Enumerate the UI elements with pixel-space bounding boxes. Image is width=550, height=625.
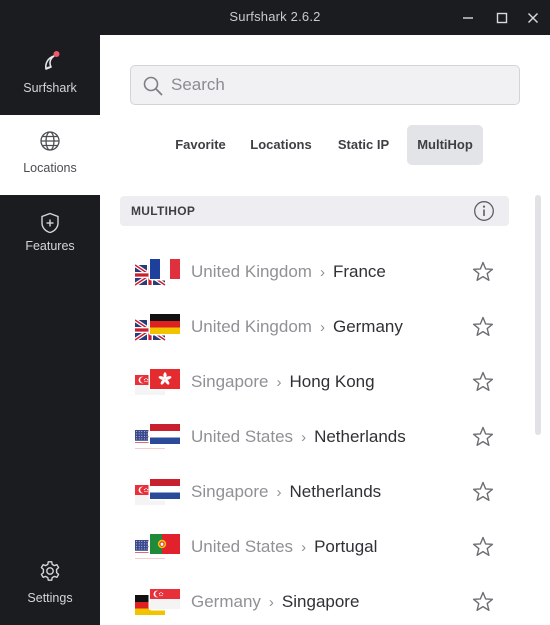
chevron-right-icon: › bbox=[268, 594, 274, 611]
from-country: United States bbox=[191, 537, 294, 556]
star-icon[interactable] bbox=[471, 480, 495, 504]
tab-bar: Favorite Locations Static IP MultiHop bbox=[100, 125, 550, 165]
sidebar-item-locations[interactable]: Locations bbox=[0, 115, 100, 195]
location-row[interactable]: Germany › Singapore bbox=[120, 575, 509, 625]
globe-icon bbox=[39, 129, 61, 153]
to-country: Netherlands bbox=[289, 482, 382, 501]
minimize-button[interactable] bbox=[451, 0, 485, 35]
info-icon[interactable] bbox=[473, 200, 495, 222]
sidebar-item-surfshark[interactable]: Surfshark bbox=[0, 35, 100, 115]
search-box[interactable] bbox=[130, 65, 520, 105]
sidebar-item-label: Features bbox=[25, 239, 75, 253]
shield-plus-icon bbox=[40, 211, 60, 235]
title-bar: Surfshark 2.6.2 bbox=[0, 0, 550, 35]
star-icon[interactable] bbox=[471, 590, 495, 614]
location-row[interactable]: United Kingdom › France bbox=[120, 245, 509, 300]
star-icon[interactable] bbox=[471, 535, 495, 559]
close-icon bbox=[528, 12, 538, 23]
flag-pair-icon bbox=[135, 422, 183, 466]
route-text: United States › Netherlands bbox=[191, 427, 406, 447]
route-text: United Kingdom › France bbox=[191, 262, 386, 282]
to-country: Netherlands bbox=[314, 427, 406, 446]
star-icon[interactable] bbox=[471, 260, 495, 284]
chevron-right-icon: › bbox=[319, 319, 325, 336]
maximize-button[interactable] bbox=[485, 0, 519, 35]
location-row[interactable]: United Kingdom › Germany bbox=[120, 300, 509, 355]
location-row[interactable]: United States › Netherlands bbox=[120, 410, 509, 466]
gear-icon bbox=[39, 559, 61, 583]
sidebar-item-settings[interactable]: Settings bbox=[0, 545, 100, 625]
flag-pair-icon bbox=[135, 587, 183, 617]
tab-static-ip[interactable]: Static IP bbox=[329, 125, 398, 165]
flag-pair-icon bbox=[135, 477, 183, 507]
route-text: United Kingdom › Germany bbox=[191, 317, 403, 337]
star-icon[interactable] bbox=[471, 425, 495, 449]
star-icon[interactable] bbox=[471, 315, 495, 339]
maximize-icon bbox=[496, 12, 508, 23]
section-header: MULTIHOP bbox=[120, 196, 509, 226]
to-country: Portugal bbox=[314, 537, 378, 556]
to-country: Hong Kong bbox=[289, 372, 375, 391]
route-text: United States › Portugal bbox=[191, 537, 377, 557]
chevron-right-icon: › bbox=[276, 484, 282, 501]
route-text: Singapore › Netherlands bbox=[191, 482, 381, 502]
surfshark-logo-icon bbox=[38, 49, 62, 73]
main-panel: Favorite Locations Static IP MultiHop MU… bbox=[100, 35, 550, 625]
sidebar-item-label: Settings bbox=[27, 591, 73, 605]
from-country: United Kingdom bbox=[191, 317, 312, 336]
section-title: MULTIHOP bbox=[131, 204, 196, 218]
flag-pair-icon bbox=[133, 257, 183, 287]
search-input[interactable] bbox=[171, 66, 511, 104]
chevron-right-icon: › bbox=[301, 429, 307, 446]
from-country: Germany bbox=[191, 592, 261, 611]
chevron-right-icon: › bbox=[301, 539, 307, 556]
star-icon[interactable] bbox=[471, 370, 495, 394]
location-row[interactable]: United States › Portugal bbox=[120, 520, 509, 576]
sidebar-item-label: Surfshark bbox=[23, 81, 77, 95]
location-row[interactable]: Singapore › Hong Kong bbox=[120, 355, 509, 410]
close-button[interactable] bbox=[516, 0, 550, 35]
route-text: Germany › Singapore bbox=[191, 592, 359, 612]
tab-locations[interactable]: Locations bbox=[246, 125, 316, 165]
from-country: United Kingdom bbox=[191, 262, 312, 281]
from-country: Singapore bbox=[191, 372, 269, 391]
sidebar-item-label: Locations bbox=[23, 161, 77, 175]
sidebar: Surfshark Locations Features Settings bbox=[0, 35, 100, 625]
flag-pair-icon bbox=[135, 367, 183, 397]
search-icon bbox=[143, 76, 163, 96]
sidebar-item-features[interactable]: Features bbox=[0, 195, 100, 275]
from-country: United States bbox=[191, 427, 294, 446]
tab-multihop[interactable]: MultiHop bbox=[407, 125, 483, 165]
minimize-icon bbox=[463, 16, 473, 19]
chevron-right-icon: › bbox=[276, 374, 282, 391]
multihop-list: MULTIHOP United Kingdom › France United Kin… bbox=[100, 190, 550, 625]
chevron-right-icon: › bbox=[319, 264, 325, 281]
scrollbar[interactable] bbox=[535, 195, 541, 435]
flag-pair-icon bbox=[133, 312, 183, 342]
flag-pair-icon bbox=[135, 532, 183, 576]
to-country: Germany bbox=[332, 317, 403, 336]
tab-favorite[interactable]: Favorite bbox=[167, 125, 234, 165]
location-row[interactable]: Singapore › Netherlands bbox=[120, 465, 509, 520]
to-country: Singapore bbox=[281, 592, 360, 611]
from-country: Singapore bbox=[191, 482, 269, 501]
route-text: Singapore › Hong Kong bbox=[191, 372, 375, 392]
to-country: France bbox=[332, 262, 386, 281]
